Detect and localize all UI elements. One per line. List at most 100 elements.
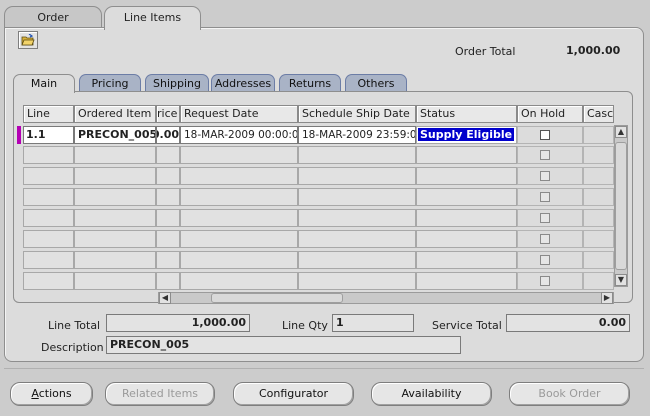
empty-cell[interactable] [156,167,180,185]
empty-cell[interactable] [416,209,517,227]
empty-cell[interactable] [156,272,180,290]
description-label: Description [41,341,104,354]
empty-cell[interactable] [23,230,74,248]
empty-cell[interactable] [23,209,74,227]
column-header-on-hold[interactable]: On Hold [517,105,583,123]
empty-cell[interactable] [416,146,517,164]
empty-cell[interactable] [23,188,74,206]
on-hold-checkbox[interactable] [540,276,550,286]
empty-cell [517,230,583,248]
order-total-value: 1,000.00 [566,44,621,57]
empty-cell[interactable] [180,188,298,206]
cell-cascade [583,126,614,144]
cell-schedule-ship-date[interactable]: 18-MAR-2009 23:59:00 [298,126,416,144]
empty-cell[interactable] [23,146,74,164]
empty-cell[interactable] [23,167,74,185]
tab-addresses[interactable]: Addresses [211,74,275,92]
actions-button[interactable]: Actions [10,382,93,406]
cell-line[interactable]: 1.1 [23,126,74,144]
availability-button[interactable]: Availability [371,382,492,406]
empty-cell[interactable] [74,209,156,227]
empty-cell [517,188,583,206]
empty-cell[interactable] [180,230,298,248]
empty-cell[interactable] [180,167,298,185]
on-hold-checkbox[interactable] [540,213,550,223]
on-hold-checkbox[interactable] [540,150,550,160]
on-hold-checkbox[interactable] [540,255,550,265]
service-total-label: Service Total [432,319,502,332]
empty-cell[interactable] [416,251,517,269]
empty-cell[interactable] [180,146,298,164]
empty-cell[interactable] [74,230,156,248]
empty-cell[interactable] [23,272,74,290]
empty-cell[interactable] [156,146,180,164]
scroll-up-icon[interactable]: ▲ [615,126,627,138]
tab-pricing[interactable]: Pricing [79,74,141,92]
tab-main[interactable]: Main [13,74,75,93]
description-field: PRECON_005 [106,336,461,354]
on-hold-checkbox[interactable] [540,192,550,202]
horizontal-scrollbar[interactable]: ◀ ▶ [158,292,614,304]
empty-cell[interactable] [74,272,156,290]
cell-request-date[interactable]: 18-MAR-2009 00:00:00 [180,126,298,144]
empty-cell[interactable] [298,167,416,185]
configurator-button[interactable]: Configurator [233,382,354,406]
tab-others[interactable]: Others [345,74,407,92]
column-header-status[interactable]: Status [416,105,517,123]
horizontal-scroll-thumb[interactable] [211,293,343,303]
empty-cell[interactable] [23,251,74,269]
column-header-line[interactable]: Line [23,105,74,123]
open-folder-button[interactable] [18,31,38,49]
empty-cell[interactable] [416,167,517,185]
empty-cell[interactable] [156,209,180,227]
tab-shipping[interactable]: Shipping [145,74,209,92]
empty-cell[interactable] [156,251,180,269]
empty-cell[interactable] [298,146,416,164]
scroll-left-icon[interactable]: ◀ [159,292,171,304]
empty-cell [583,146,614,164]
empty-cell[interactable] [74,251,156,269]
scroll-down-icon[interactable]: ▼ [615,274,627,286]
empty-cell[interactable] [180,209,298,227]
vertical-scroll-thumb[interactable] [615,142,627,270]
empty-cell [517,167,583,185]
tab-line-items[interactable]: Line Items [104,6,201,30]
empty-cell[interactable] [298,251,416,269]
empty-cell[interactable] [416,272,517,290]
on-hold-checkbox[interactable] [540,130,550,140]
divider [4,368,644,369]
column-header-schedule-ship-date[interactable]: Schedule Ship Date [298,105,416,123]
cell-on-hold [517,126,583,144]
empty-cell[interactable] [298,209,416,227]
tab-order-information[interactable]: Order Information [4,6,102,45]
cell-ordered-item[interactable]: PRECON_005 [74,126,156,144]
on-hold-checkbox[interactable] [540,171,550,181]
empty-cell[interactable] [416,230,517,248]
empty-cell[interactable] [74,146,156,164]
empty-cell[interactable] [416,188,517,206]
service-total-field: 0.00 [506,314,630,332]
empty-cell[interactable] [180,251,298,269]
empty-cell[interactable] [74,188,156,206]
column-header-ordered-item[interactable]: Ordered Item [74,105,156,123]
cell-status[interactable]: Supply Eligible [416,126,517,144]
column-header-request-date[interactable]: Request Date [180,105,298,123]
order-total-label: Order Total [455,45,516,58]
line-total-label: Line Total [48,319,101,332]
column-header-price[interactable]: rice [156,105,180,123]
empty-cell[interactable] [156,230,180,248]
vertical-scrollbar[interactable]: ▲ ▼ [614,125,628,287]
empty-cell[interactable] [298,230,416,248]
empty-cell[interactable] [74,167,156,185]
tab-returns[interactable]: Returns [279,74,341,92]
on-hold-checkbox[interactable] [540,234,550,244]
related-items-button[interactable]: Related Items [105,382,215,406]
empty-cell[interactable] [298,188,416,206]
column-header-cascade[interactable]: Casc [583,105,614,123]
empty-cell[interactable] [180,272,298,290]
cell-price[interactable]: 0.00 [156,126,180,144]
book-order-button[interactable]: Book Order [509,382,630,406]
scroll-right-icon[interactable]: ▶ [601,292,613,304]
empty-cell[interactable] [298,272,416,290]
empty-cell[interactable] [156,188,180,206]
